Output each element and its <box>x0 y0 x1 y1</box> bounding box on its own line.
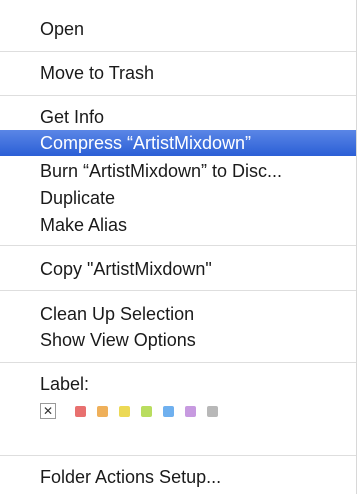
menu-item-copy[interactable]: Copy "ArtistMixdown" <box>0 256 356 282</box>
menu-item-burn-to-disc[interactable]: Burn “ArtistMixdown” to Disc... <box>0 158 356 184</box>
menu-item-open[interactable]: Open <box>0 16 356 42</box>
menu-item-duplicate[interactable]: Duplicate <box>0 185 356 211</box>
menu-item-get-info[interactable]: Get Info <box>0 104 356 130</box>
context-menu: Open Move to Trash Get Info Compress “Ar… <box>0 0 357 494</box>
label-none-button[interactable]: ✕ <box>40 403 56 419</box>
menu-item-move-to-trash[interactable]: Move to Trash <box>0 60 356 86</box>
label-color-orange[interactable] <box>97 406 108 417</box>
menu-separator <box>0 51 356 52</box>
menu-item-folder-actions-setup[interactable]: Folder Actions Setup... <box>0 464 356 490</box>
menu-item-compress[interactable]: Compress “ArtistMixdown” <box>0 130 356 156</box>
label-color-green[interactable] <box>141 406 152 417</box>
menu-separator <box>0 245 356 246</box>
label-color-purple[interactable] <box>185 406 196 417</box>
label-color-red[interactable] <box>75 406 86 417</box>
menu-separator <box>0 290 356 291</box>
menu-separator <box>0 455 356 456</box>
menu-item-clean-up-selection[interactable]: Clean Up Selection <box>0 301 356 327</box>
label-heading: Label: <box>40 374 90 394</box>
menu-separator <box>0 362 356 363</box>
menu-separator <box>0 95 356 96</box>
menu-item-show-view-options[interactable]: Show View Options <box>0 327 356 353</box>
label-color-gray[interactable] <box>207 406 218 417</box>
label-color-yellow[interactable] <box>119 406 130 417</box>
menu-item-make-alias[interactable]: Make Alias <box>0 212 356 238</box>
label-color-blue[interactable] <box>163 406 174 417</box>
